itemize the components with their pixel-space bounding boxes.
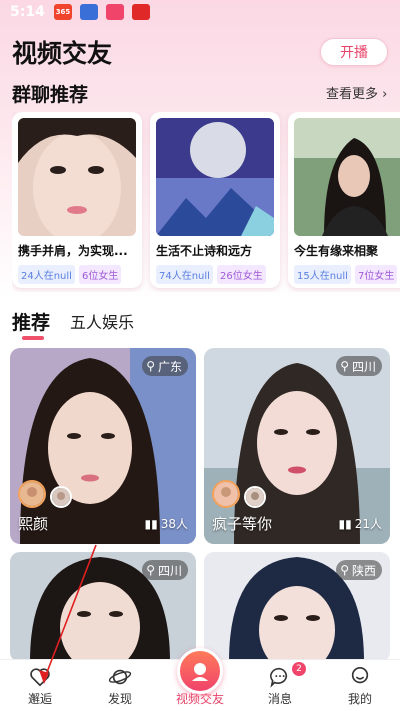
feed-card[interactable]: ⚲ 四川 疯子等你 ▮▮ 21人 xyxy=(204,348,390,544)
signal-bars-icon: ▮▮ xyxy=(144,516,158,531)
online-count-chip: 24人在null xyxy=(18,265,75,284)
group-name: 生活不止诗和远方 xyxy=(156,244,253,258)
female-count-chip: 7位女生 xyxy=(354,265,398,284)
card-host-name: 疯子等你 xyxy=(212,515,273,533)
app-365-icon: 365 xyxy=(54,4,72,20)
viewer-avatars xyxy=(18,480,72,508)
location-badge: ⚲ 陕西 xyxy=(336,560,382,580)
location-label: 广东 xyxy=(157,359,182,374)
location-badge: ⚲ 四川 xyxy=(336,356,382,376)
video-friends-icon xyxy=(177,648,223,694)
nav-item-messages[interactable]: 2 消息 xyxy=(240,660,320,711)
page-title: 视频交友 xyxy=(12,39,113,68)
location-pin-icon: ⚲ xyxy=(340,563,349,577)
app-pink-icon xyxy=(106,4,124,20)
feed-card[interactable]: ⚲ 陕西 xyxy=(204,552,390,662)
location-pin-icon: ⚲ xyxy=(146,563,155,577)
active-tab-indicator xyxy=(22,336,44,340)
group-name: 携手并肩，为实现... xyxy=(18,244,128,258)
profile-icon xyxy=(351,667,369,684)
signal-bars-icon: ▮▮ xyxy=(338,516,352,531)
viewer-avatars xyxy=(212,480,266,508)
app-blue-icon xyxy=(80,4,98,20)
planet-icon xyxy=(108,669,132,685)
viewer-count-label: 21人 xyxy=(354,517,382,531)
message-icon xyxy=(270,667,288,688)
group-thumbnail xyxy=(156,118,274,236)
location-badge: ⚲ 四川 xyxy=(142,560,188,580)
status-bar: 5:14 365 xyxy=(0,0,400,24)
card-host-name: 熙颜 xyxy=(18,515,49,533)
tab-recommend[interactable]: 推荐 xyxy=(12,308,51,340)
tab-recommend-label: 推荐 xyxy=(12,312,51,334)
nav-label: 发现 xyxy=(107,692,132,706)
app-red-icon xyxy=(132,4,150,20)
nav-item-video-friends[interactable]: 视频交友 xyxy=(160,648,240,711)
group-card[interactable]: 携手并肩，为实现... 24人在null 6位女生 xyxy=(12,112,142,288)
group-thumbnail xyxy=(294,118,400,236)
broadcast-button[interactable]: 开播 xyxy=(320,38,388,66)
location-label: 陕西 xyxy=(351,563,376,578)
see-more-label: 查看更多 xyxy=(326,87,379,102)
feed-card[interactable]: ⚲ 四川 xyxy=(10,552,196,662)
group-thumbnail xyxy=(18,118,136,236)
tab-five-person[interactable]: 五人娱乐 xyxy=(70,309,134,335)
nav-label: 我的 xyxy=(347,692,372,706)
group-card[interactable]: 今生有缘来相聚 15人在null 7位女生 xyxy=(288,112,400,288)
group-card[interactable]: 生活不止诗和远方 74人在null 26位女生 xyxy=(150,112,280,288)
group-section-title: 群聊推荐 xyxy=(12,84,89,106)
online-count-chip: 74人在null xyxy=(156,265,213,284)
feed-tabs: 推荐 五人娱乐 xyxy=(12,308,134,340)
avatar xyxy=(50,486,72,508)
avatar xyxy=(244,486,266,508)
viewer-count-label: 38人 xyxy=(160,517,188,531)
card-viewer-count: ▮▮ 38人 xyxy=(145,515,189,532)
location-pin-icon: ⚲ xyxy=(146,359,155,373)
nav-item-mine[interactable]: 我的 xyxy=(320,660,400,711)
location-label: 四川 xyxy=(351,359,376,374)
nav-label: 消息 xyxy=(267,692,292,706)
group-name: 今生有缘来相聚 xyxy=(294,244,379,258)
feed-card[interactable]: ⚲ 广东 熙颜 ▮▮ 38人 xyxy=(10,348,196,544)
heart-icon xyxy=(30,668,50,687)
group-list: 携手并肩，为实现... 24人在null 6位女生 生活不止诗和远方 74人在n… xyxy=(12,112,400,292)
chevron-right-icon: › xyxy=(378,87,388,102)
nav-label: 邂逅 xyxy=(27,692,52,706)
bottom-nav: 邂逅 发现 视频交友 2 消息 我的 xyxy=(0,648,400,711)
avatar xyxy=(18,480,46,508)
nav-item-discover[interactable]: 发现 xyxy=(80,660,160,711)
online-count-chip: 15人在null xyxy=(294,265,351,284)
see-more-link[interactable]: 查看更多 › xyxy=(326,83,387,102)
location-pin-icon: ⚲ xyxy=(340,359,349,373)
avatar xyxy=(212,480,240,508)
message-badge: 2 xyxy=(292,662,306,676)
female-count-chip: 6位女生 xyxy=(78,265,122,284)
card-viewer-count: ▮▮ 21人 xyxy=(339,515,383,532)
location-label: 四川 xyxy=(157,563,182,578)
location-badge: ⚲ 广东 xyxy=(142,356,188,376)
status-time: 5:14 xyxy=(10,4,45,20)
female-count-chip: 26位女生 xyxy=(216,265,266,284)
nav-item-encounter[interactable]: 邂逅 xyxy=(0,660,80,711)
